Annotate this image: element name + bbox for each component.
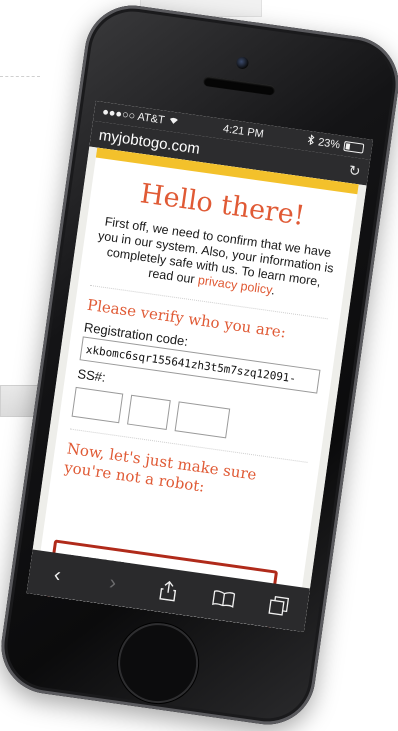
- bookmarks-icon[interactable]: [203, 578, 244, 619]
- clock: 4:21 PM: [222, 122, 265, 141]
- phone-screen: ●●●○○ AT&T 4:21 PM 23% myjobtogo.com ↻ H…: [26, 100, 374, 633]
- ss-part-3-input[interactable]: [174, 401, 231, 439]
- ss-part-1-input[interactable]: [71, 386, 124, 424]
- earpiece-speaker: [202, 75, 276, 96]
- iphone-body: ●●●○○ AT&T 4:21 PM 23% myjobtogo.com ↻ H…: [0, 0, 398, 731]
- battery-percent: 23%: [317, 136, 341, 152]
- reload-icon[interactable]: ↻: [348, 161, 362, 179]
- background-dashed-line: [0, 76, 40, 77]
- bluetooth-icon: [306, 134, 315, 149]
- battery-icon: [343, 140, 365, 154]
- back-icon[interactable]: ‹: [37, 555, 78, 596]
- forward-icon[interactable]: ›: [92, 563, 133, 604]
- home-button[interactable]: [112, 617, 204, 709]
- intro-period: .: [270, 283, 276, 298]
- ss-part-2-input[interactable]: [127, 394, 171, 430]
- tabs-icon[interactable]: [259, 586, 300, 627]
- wifi-icon: [167, 115, 181, 129]
- share-icon[interactable]: [148, 570, 189, 611]
- front-camera: [235, 56, 250, 70]
